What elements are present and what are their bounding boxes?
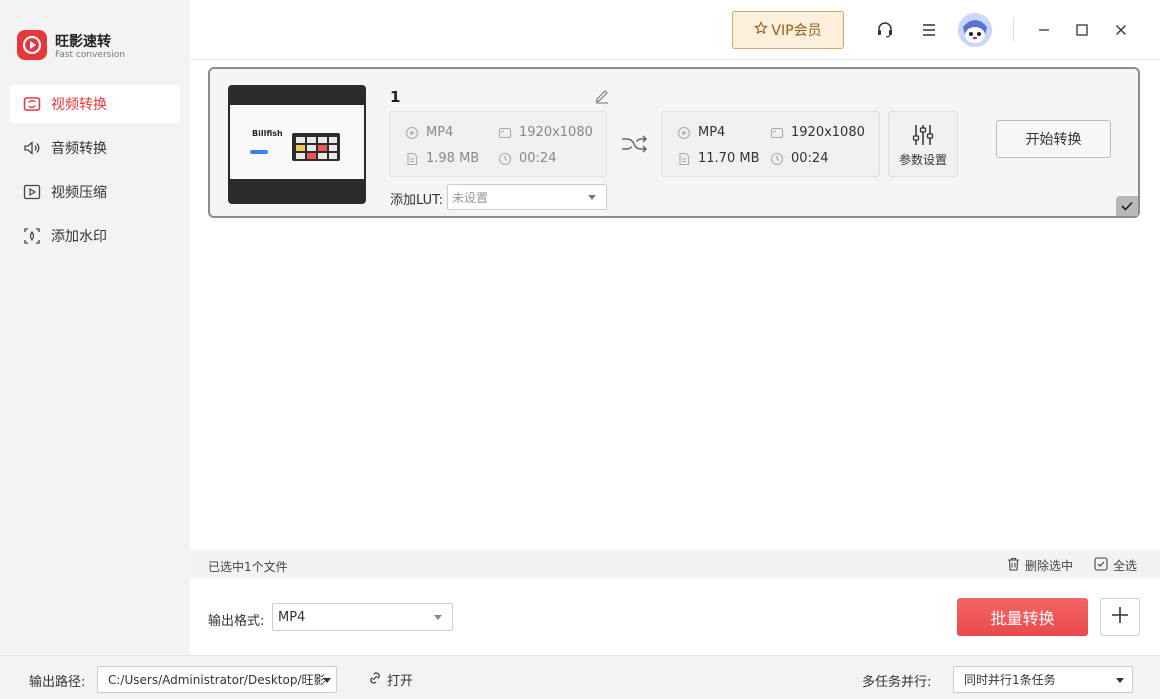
- app-logo: [17, 30, 47, 60]
- lut-label: 添加LUT:: [390, 193, 444, 208]
- title-bar: VIP会员: [190, 0, 1160, 60]
- file-name: 1: [390, 88, 401, 106]
- vip-button[interactable]: VIP会员: [732, 11, 844, 49]
- crown-icon: [754, 21, 769, 39]
- output-resolution: 1920x1080: [770, 125, 865, 140]
- sidebar-item-label: 视频转换: [51, 97, 107, 113]
- selected-count-text: 已选中1个文件: [208, 560, 288, 574]
- sidebar-item-watermark[interactable]: 添加水印: [10, 217, 180, 255]
- sidebar: 旺影速转 Fast conversion 视频转换 音频转换 视频压缩 添加水印: [0, 0, 190, 655]
- checkbox-icon: [1094, 557, 1113, 574]
- sidebar-item-label: 音频转换: [51, 141, 107, 157]
- footer-bar: 输出路径: C:/Users/Administrator/Desktop/旺影 …: [0, 655, 1160, 699]
- parallel-value: 同时并行1条任务: [964, 673, 1056, 687]
- open-folder-button[interactable]: 打开: [368, 670, 413, 689]
- headset-icon[interactable]: [873, 18, 897, 42]
- file-icon: [405, 152, 419, 166]
- file-list-area: Billfish 1 MP4 1920x1080 1.98 MB 00:24 M…: [190, 60, 1160, 550]
- shuffle-icon: [620, 132, 648, 156]
- output-path-select[interactable]: C:/Users/Administrator/Desktop/旺影: [97, 666, 337, 693]
- vip-label: VIP会员: [771, 23, 822, 39]
- plus-icon: [1110, 605, 1130, 629]
- chevron-down-icon: [323, 678, 331, 683]
- format-select[interactable]: MP4: [272, 603, 453, 631]
- sidebar-item-label: 添加水印: [51, 229, 107, 245]
- params-settings-button[interactable]: 参数设置: [888, 111, 958, 177]
- watermark-icon: [23, 227, 41, 245]
- source-size: 1.98 MB: [405, 151, 479, 166]
- app-subtitle: Fast conversion: [55, 50, 126, 60]
- output-path-label: 输出路径:: [29, 675, 86, 690]
- output-duration: 00:24: [770, 151, 828, 166]
- menu-icon[interactable]: [917, 18, 941, 42]
- start-convert-button[interactable]: 开始转换: [996, 120, 1111, 158]
- clock-icon: [770, 152, 784, 166]
- audio-icon: [23, 139, 41, 157]
- lut-select[interactable]: 未设置: [447, 184, 607, 210]
- select-all-button[interactable]: 全选: [1094, 557, 1137, 574]
- thumbnail-title: Billfish: [252, 129, 283, 138]
- sidebar-item-label: 视频压缩: [51, 185, 107, 201]
- output-info-box: MP4 1920x1080 11.70 MB 00:24: [661, 111, 880, 177]
- format-icon: [677, 126, 691, 140]
- source-format: MP4: [405, 125, 453, 140]
- file-card[interactable]: Billfish 1 MP4 1920x1080 1.98 MB 00:24 M…: [208, 67, 1140, 218]
- output-panel: 输出格式: MP4 批量转换: [190, 578, 1160, 655]
- video-convert-icon: [23, 95, 41, 113]
- file-icon: [677, 152, 691, 166]
- thumbnail-screen: [230, 105, 364, 179]
- delete-selected-button[interactable]: 删除选中: [1007, 557, 1073, 574]
- format-icon: [405, 126, 419, 140]
- app-name: 旺影速转: [55, 34, 111, 50]
- source-info-box: MP4 1920x1080 1.98 MB 00:24: [389, 111, 607, 177]
- source-duration: 00:24: [498, 151, 556, 166]
- video-thumbnail[interactable]: Billfish: [228, 85, 366, 204]
- clock-icon: [498, 152, 512, 166]
- output-size: 11.70 MB: [677, 151, 759, 166]
- sidebar-item-audio-convert[interactable]: 音频转换: [10, 129, 180, 167]
- selection-status-bar: 已选中1个文件 删除选中 全选: [190, 550, 1160, 578]
- chevron-down-icon: [588, 195, 596, 200]
- parallel-label: 多任务并行:: [862, 675, 932, 690]
- parallel-select[interactable]: 同时并行1条任务: [953, 666, 1133, 693]
- add-file-button[interactable]: [1100, 598, 1140, 636]
- resolution-icon: [498, 126, 512, 140]
- sidebar-item-video-compress[interactable]: 视频压缩: [10, 173, 180, 211]
- format-value: MP4: [278, 609, 306, 625]
- video-compress-icon: [23, 183, 41, 201]
- edit-name-icon[interactable]: [594, 88, 610, 104]
- sliders-icon: [889, 123, 957, 147]
- title-bar-divider: [1013, 18, 1014, 42]
- output-path-value: C:/Users/Administrator/Desktop/旺影: [108, 673, 326, 687]
- minimize-icon[interactable]: [1032, 18, 1056, 42]
- source-resolution: 1920x1080: [498, 125, 593, 140]
- avatar[interactable]: [958, 13, 992, 47]
- trash-icon: [1007, 557, 1025, 574]
- folder-link-icon: [368, 671, 387, 689]
- batch-convert-button[interactable]: 批量转换: [957, 598, 1088, 636]
- chevron-down-icon: [1116, 678, 1124, 683]
- close-icon[interactable]: [1109, 18, 1133, 42]
- params-label: 参数设置: [898, 153, 947, 167]
- output-format: MP4: [677, 125, 725, 140]
- format-label: 输出格式:: [208, 614, 265, 629]
- selected-checkbox[interactable]: [1116, 196, 1138, 216]
- chevron-down-icon: [434, 615, 442, 620]
- lut-value: 未设置: [452, 190, 489, 205]
- maximize-icon[interactable]: [1070, 18, 1094, 42]
- resolution-icon: [770, 126, 784, 140]
- sidebar-item-video-convert[interactable]: 视频转换: [10, 85, 180, 123]
- app-window: 旺影速转 Fast conversion 视频转换 音频转换 视频压缩 添加水印: [0, 0, 1160, 699]
